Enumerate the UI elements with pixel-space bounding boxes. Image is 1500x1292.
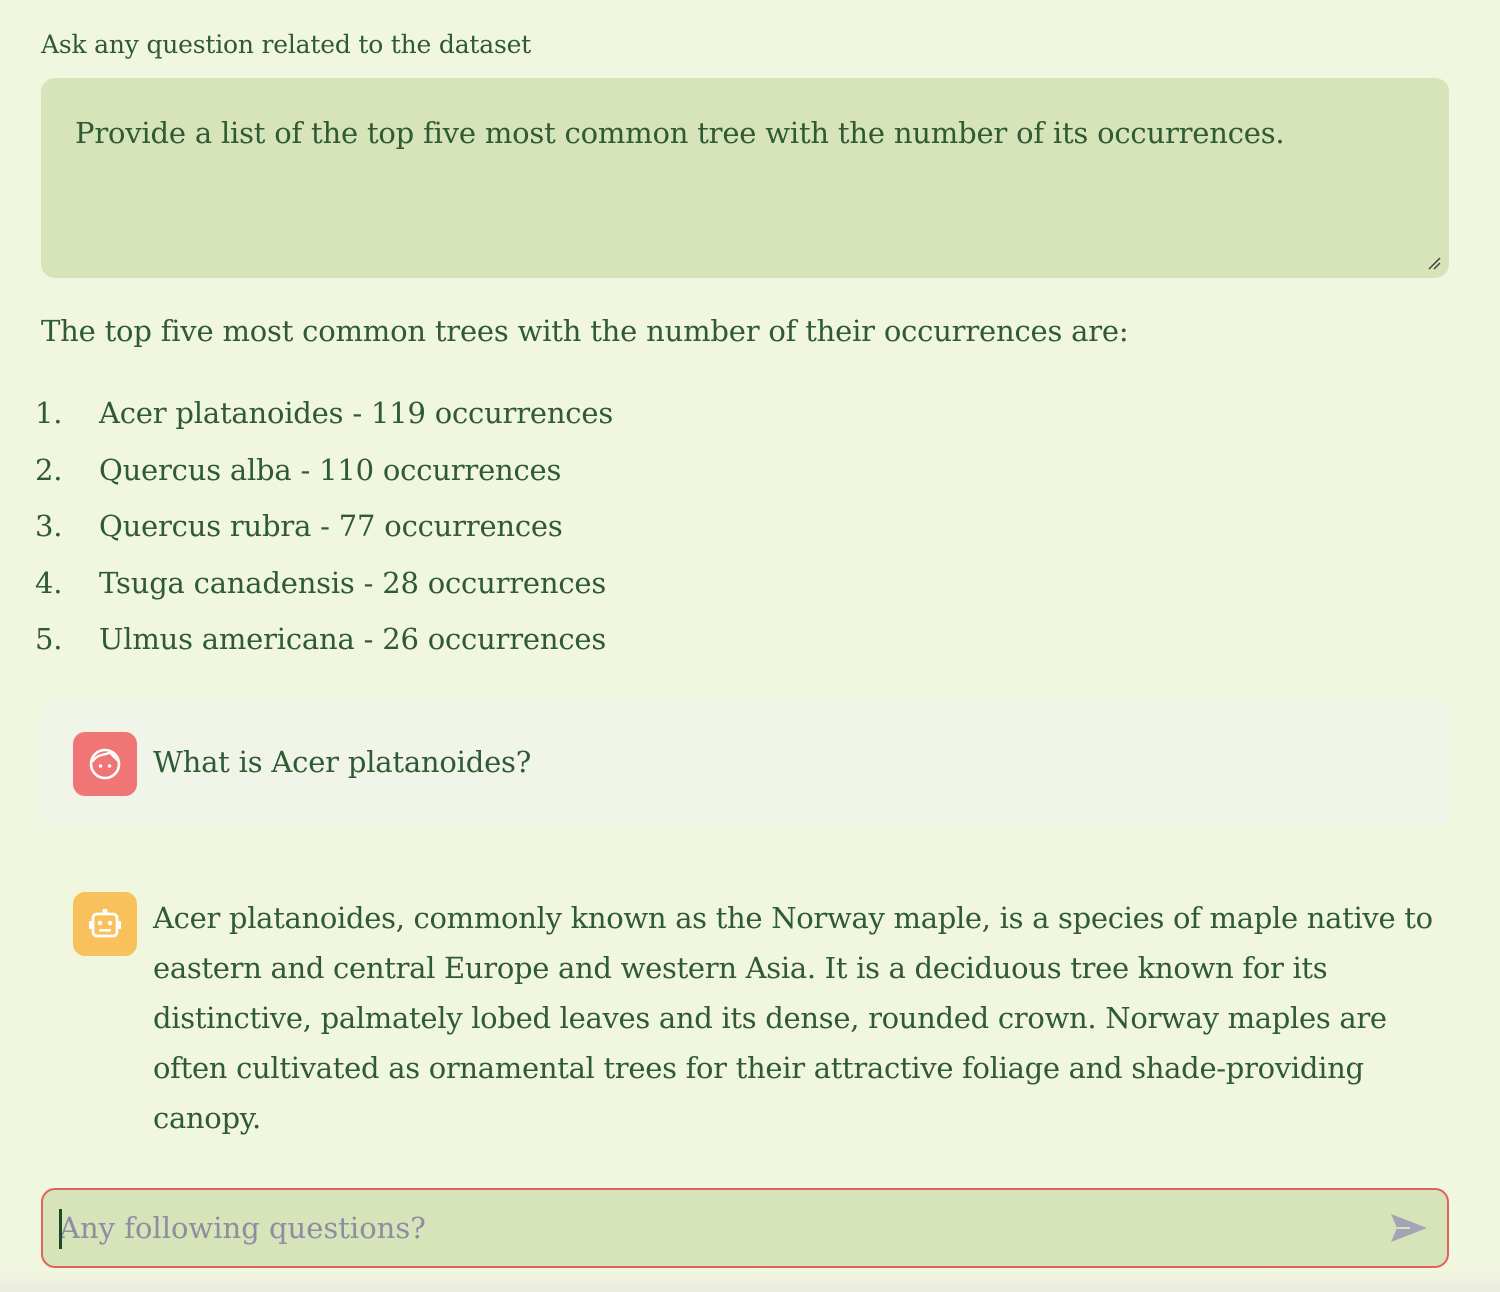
bot-avatar [73,892,137,956]
bottom-shadow [0,1270,1500,1292]
question-text[interactable]: Provide a list of the top five most comm… [75,116,1285,150]
list-item: 3. Quercus rubra - 77 occurrences [35,509,613,566]
question-textarea[interactable]: Provide a list of the top five most comm… [41,78,1449,278]
answer-intro: The top five most common trees with the … [41,314,1129,348]
list-number: 2. [35,452,63,487]
user-avatar [73,732,137,796]
list-item: 5. Ulmus americana - 26 occurrences [35,622,613,679]
robot-icon [89,909,121,938]
user-message: What is Acer platanoides? [41,701,1449,826]
list-text: Ulmus americana - 26 occurrences [99,622,607,656]
question-label: Ask any question related to the dataset [41,30,532,59]
list-text: Tsuga canadensis - 28 occurrences [99,565,607,600]
bot-message-text: Acer platanoides, commonly known as the … [153,901,1433,1135]
followup-input-container[interactable] [41,1188,1449,1268]
answer-list: 1. Acer platanoides - 119 occurrences 2. Q… [35,396,613,679]
list-number: 1. [35,396,63,430]
send-icon [1391,1214,1427,1242]
list-item: 2. Quercus alba - 110 occurrences [35,453,613,510]
list-text: Quercus alba - 110 occurrences [99,452,562,487]
list-item: 1. Acer platanoides - 119 occurrences [35,396,613,453]
list-number: 5. [35,622,63,656]
user-message-text: What is Acer platanoides? [153,745,532,779]
list-text: Quercus rubra - 77 occurrences [99,509,563,543]
send-button[interactable] [1387,1208,1431,1248]
followup-input[interactable] [59,1190,1359,1266]
user-face-icon [89,748,121,780]
text-caret [59,1209,62,1249]
list-item: 4. Tsuga canadensis - 28 occurrences [35,566,613,623]
resize-grip-icon[interactable] [1427,256,1441,270]
list-text: Acer platanoides - 119 occurrences [99,396,613,430]
list-number: 3. [35,509,63,543]
list-number: 4. [35,565,63,600]
